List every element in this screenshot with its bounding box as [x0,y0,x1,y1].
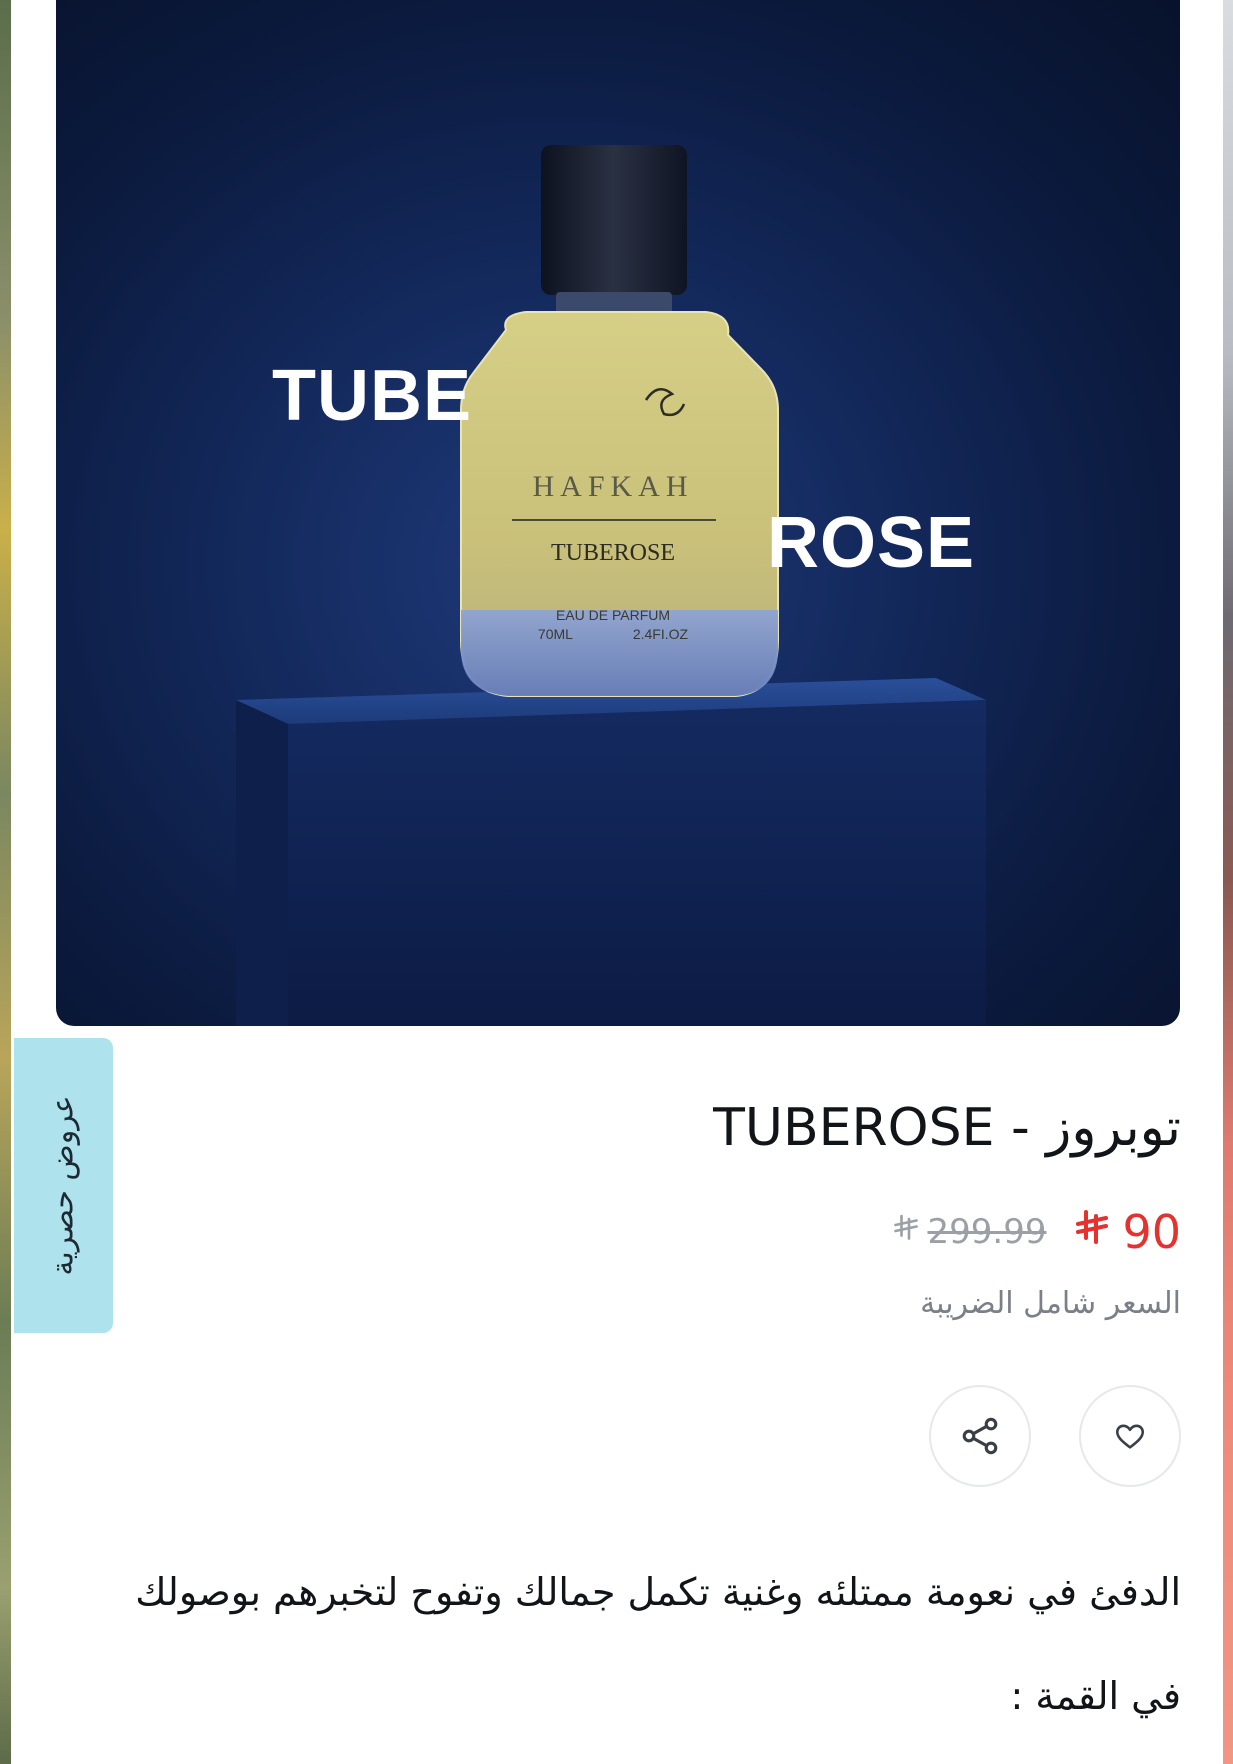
background-edge-left [0,0,11,1764]
riyal-icon [1072,1205,1112,1259]
bottle-cap [541,145,687,295]
bottle-oz: 2.4FI.OZ [632,626,689,642]
perfume-illustration [236,145,986,1026]
product-title: توبروز - TUBEROSE [713,1098,1181,1158]
bottle-volume-row: 70ML 2.4FI.OZ [508,626,718,642]
description-line-2: في القمة : [1010,1674,1182,1718]
hero-word-right: ROSE [767,503,976,583]
price-original-value: 299.99 [927,1212,1047,1252]
product-image[interactable]: TUBE ROSE HAFKAH TUBEROSE EAU DE PARFUM … [56,0,1180,1026]
hero-word-left: TUBE [272,356,472,436]
product-actions [929,1385,1181,1487]
bottle-ml: 70ML [537,626,573,642]
pedestal-side [236,700,288,1026]
product-page: TUBE ROSE HAFKAH TUBEROSE EAU DE PARFUM … [0,0,1233,1764]
bottle-brand: HAFKAH [532,470,694,503]
price-original: 299.99 [891,1212,1046,1252]
price-current: 90 [1072,1205,1181,1259]
heart-icon [1115,1424,1145,1449]
product-description: الدفئ في نعومة ممتلئه وغنية تكمل جمالك و… [56,1540,1181,1748]
exclusive-offers-label: عروض حصرية [45,1095,81,1276]
wishlist-button[interactable] [1079,1385,1181,1487]
riyal-icon [891,1212,921,1252]
exclusive-offers-tab[interactable]: عروض حصرية [14,1038,113,1333]
price-current-value: 90 [1122,1205,1181,1259]
tax-note: السعر شامل الضريبة [920,1286,1181,1321]
description-line-1: الدفئ في نعومة ممتلئه وغنية تكمل جمالك و… [135,1570,1181,1614]
bottle-name: TUBEROSE [550,540,675,566]
share-button[interactable] [929,1385,1031,1487]
price-row: 90 299.99 [891,1205,1181,1259]
background-edge-right [1223,0,1233,1764]
bottle-type: EAU DE PARFUM [555,607,671,623]
pedestal-front [288,700,986,1026]
share-icon [962,1417,998,1455]
